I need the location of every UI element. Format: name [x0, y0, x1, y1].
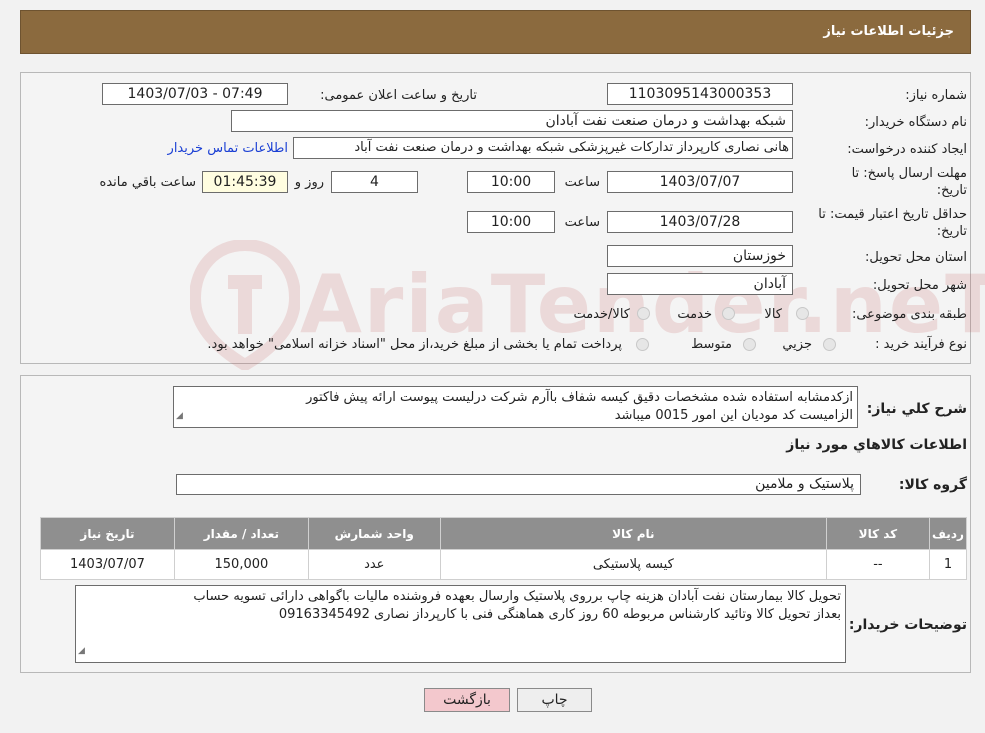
col-date-header: تاریخ نیاز [40, 517, 175, 550]
table-header-row: رديف کد کالا نام کالا واحد شمارش تعداد /… [40, 517, 968, 550]
category-both-label: کالا/خدمت [573, 307, 630, 322]
process-treasury-radio[interactable] [636, 338, 649, 351]
validity-date-field: 1403/07/28 [607, 211, 793, 233]
need-number-field: 1103095143000353 [607, 83, 793, 105]
items-table: رديف کد کالا نام کالا واحد شمارش تعداد /… [40, 517, 968, 580]
buyer-org-label: نام دستگاه خریدار: [864, 115, 967, 130]
buyer-notes-line-1: تحویل کالا بیمارستان نفت آبادان هزینه چا… [193, 589, 841, 604]
announce-field: 1403/07/03 - 07:49 [102, 83, 288, 105]
cell-code: -- [825, 549, 930, 580]
reply-date-field: 1403/07/07 [607, 171, 793, 193]
city-field: آبادان [607, 273, 793, 295]
need-number-label: شماره نیاز: [905, 88, 967, 103]
reply-deadline-label-2: تاریخ: [936, 183, 967, 198]
city-label: شهر محل تحویل: [872, 278, 967, 293]
page-title: جزئیات اطلاعات نیاز [823, 24, 954, 39]
cell-quantity: 150,000 [173, 549, 309, 580]
resize-grip-icon[interactable]: ◢ [176, 407, 183, 425]
announce-label: تاریخ و ساعت اعلان عمومی: [320, 88, 477, 103]
summary-label: شرح کلي نياز: [866, 401, 967, 417]
cell-unit: عدد [307, 549, 441, 580]
cell-row: 1 [928, 549, 968, 580]
summary-line-1: ازکدمشابه استفاده شده مشخصات دقیق کیسه ش… [306, 390, 853, 405]
category-label: طبقه بندی موضوعی: [851, 307, 967, 322]
category-both-radio[interactable] [637, 307, 650, 320]
back-button[interactable]: بازگشت [424, 688, 510, 712]
page-header: جزئیات اطلاعات نیاز [20, 10, 971, 54]
print-button[interactable]: چاپ [517, 688, 592, 712]
buyer-notes-line-2: بعداز تحویل کالا وتائید کارشناس مربوطه 6… [278, 607, 841, 622]
buyer-notes-label: توضیحات خریدار: [848, 617, 967, 633]
days-label: روز و [294, 175, 324, 190]
col-code-header: کد کالا [825, 517, 930, 550]
table-row: 1 -- کیسه پلاستیکی عدد 150,000 1403/07/0… [40, 549, 968, 580]
province-field: خوزستان [607, 245, 793, 267]
buyer-org-field: شبکه بهداشت و درمان صنعت نفت آبادان [231, 110, 793, 132]
category-goods-label: کالا [764, 307, 782, 322]
summary-textarea[interactable]: ازکدمشابه استفاده شده مشخصات دقیق کیسه ش… [173, 386, 858, 428]
province-label: استان محل تحویل: [865, 250, 967, 265]
category-service-radio[interactable] [722, 307, 735, 320]
category-service-label: خدمت [677, 307, 712, 322]
goods-group-label: گروه کالا: [898, 477, 967, 493]
col-unit-header: واحد شمارش [307, 517, 441, 550]
col-name-header: نام کالا [439, 517, 827, 550]
reply-time-label: ساعت [564, 175, 600, 190]
goods-group-field: پلاستیک و ملامین [176, 474, 861, 495]
remaining-label: ساعت باقي مانده [99, 175, 196, 190]
process-partial-radio[interactable] [823, 338, 836, 351]
validity-time-label: ساعت [564, 215, 600, 230]
process-medium-label: متوسط [691, 337, 732, 352]
creator-label: ایجاد کننده درخواست: [847, 142, 967, 157]
summary-line-2: الزامیست کد مودیان این امور 0015 میباشد [614, 408, 853, 423]
buyer-notes-textarea[interactable]: تحویل کالا بیمارستان نفت آبادان هزینه چا… [75, 585, 846, 663]
resize-grip-icon[interactable]: ◢ [78, 642, 85, 660]
category-goods-radio[interactable] [796, 307, 809, 320]
col-row-header: رديف [928, 517, 968, 550]
process-label: نوع فرآیند خرید : [875, 337, 967, 352]
validity-time-field: 10:00 [467, 211, 555, 233]
process-medium-radio[interactable] [743, 338, 756, 351]
remaining-time-field: 01:45:39 [202, 171, 288, 193]
process-treasury-note: پرداخت تمام یا بخشی از مبلغ خرید،از محل … [207, 337, 622, 352]
process-partial-label: جزيي [782, 337, 812, 352]
col-quantity-header: تعداد / مقدار [173, 517, 309, 550]
reply-deadline-label: مهلت ارسال پاسخ: تا [851, 166, 967, 181]
cell-date: 1403/07/07 [40, 549, 175, 580]
reply-time-field: 10:00 [467, 171, 555, 193]
creator-field: هانی نصاری کارپرداز تدارکات غیرپزشکی شبک… [293, 137, 793, 159]
validity-label-2: تاریخ: [936, 224, 967, 239]
validity-label: حداقل تاریخ اعتبار قیمت: تا [818, 207, 967, 222]
buyer-contact-link[interactable]: اطلاعات تماس خریدار [168, 141, 288, 156]
goods-info-title: اطلاعات کالاهاي مورد نياز [786, 437, 967, 453]
cell-name: کیسه پلاستیکی [439, 549, 827, 580]
days-field: 4 [331, 171, 418, 193]
